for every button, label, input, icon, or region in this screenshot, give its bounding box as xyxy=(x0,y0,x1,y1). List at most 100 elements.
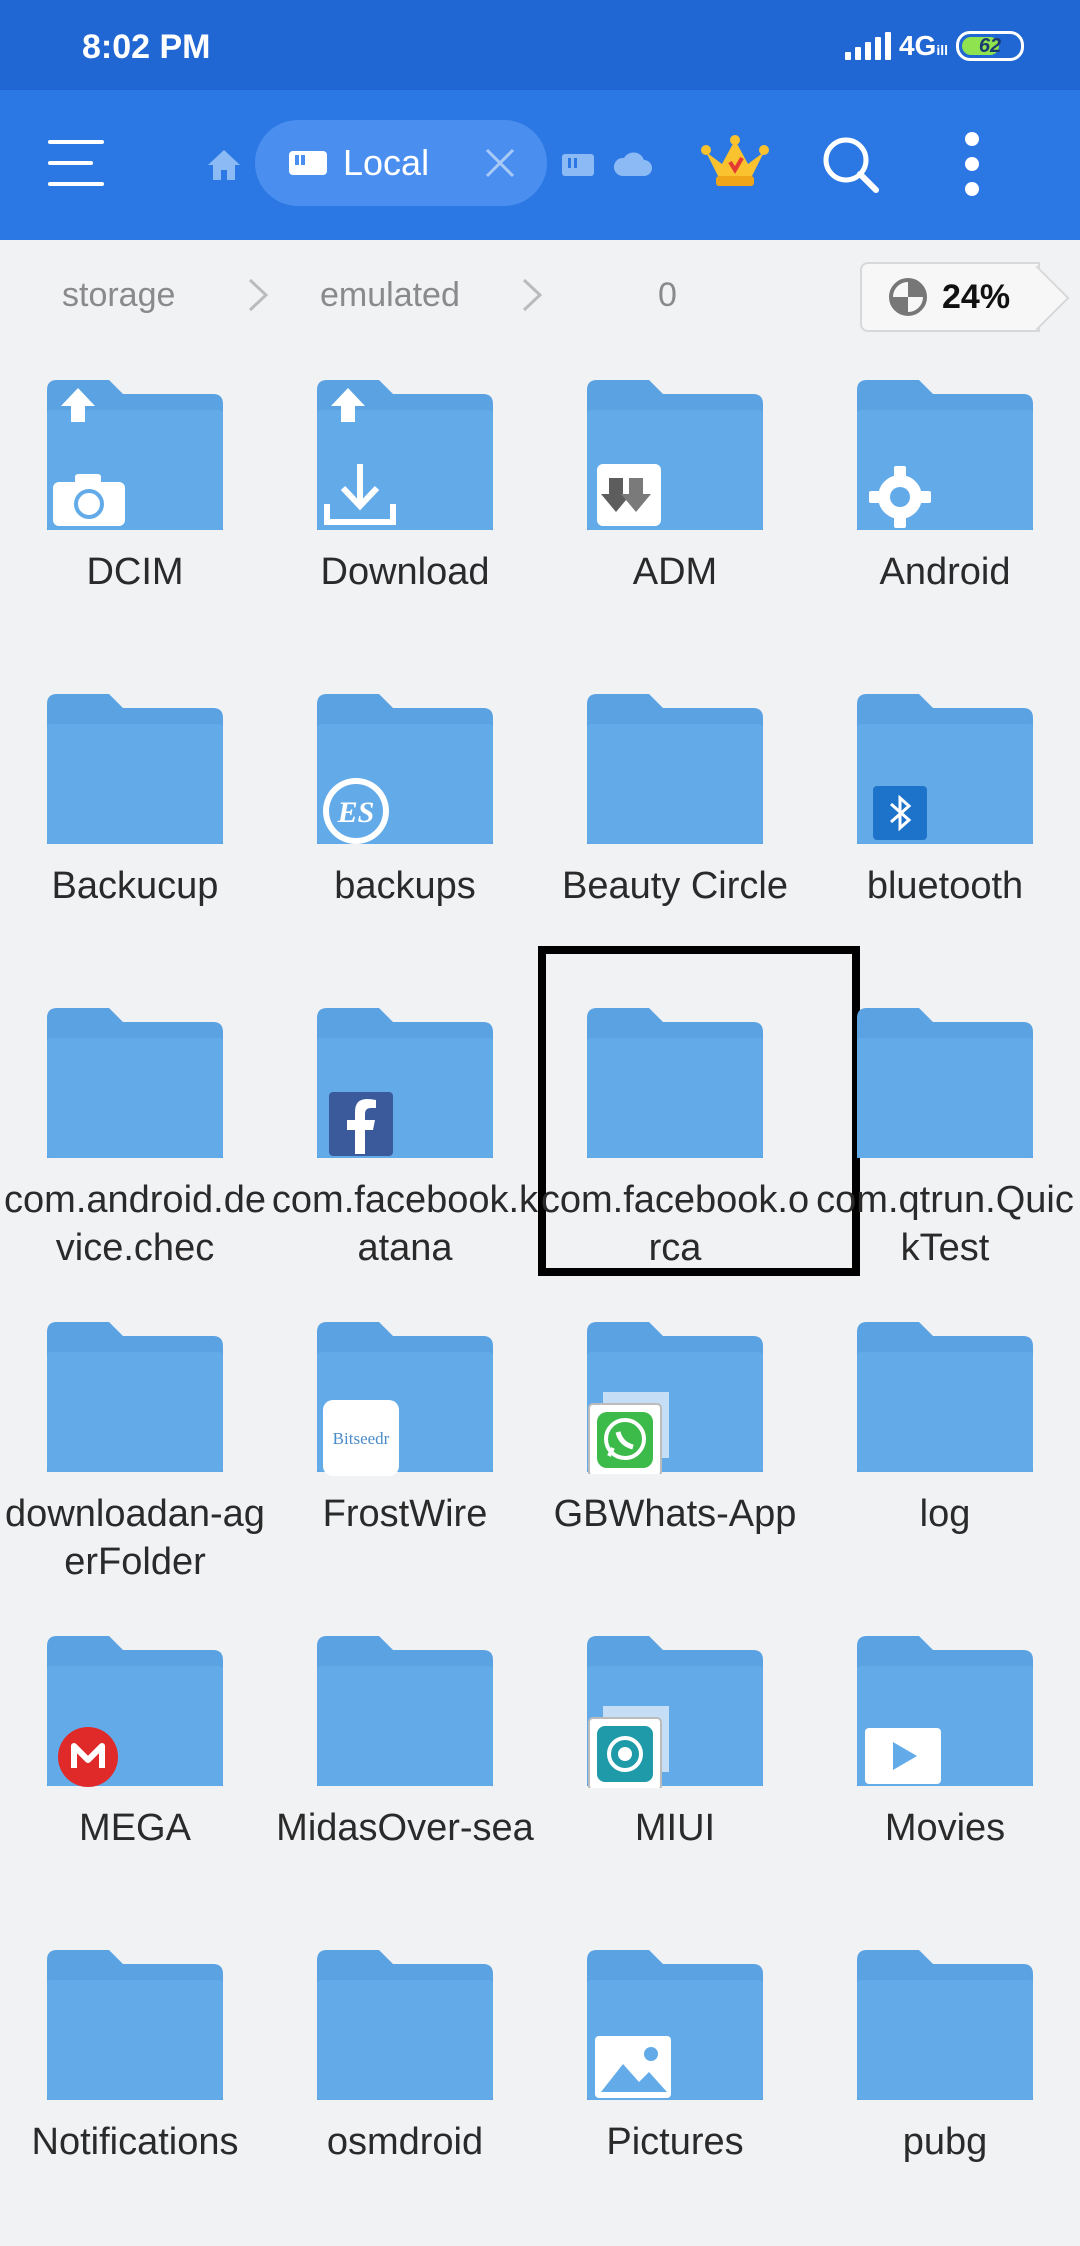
folder-name: MidasOver-sea xyxy=(276,1807,534,1849)
folder-item[interactable]: Android xyxy=(810,370,1080,684)
folder-icon xyxy=(587,1632,763,1788)
folder-item[interactable]: Download xyxy=(270,370,540,684)
folder-name: com.facebook.orca xyxy=(540,1179,810,1269)
folder-icon xyxy=(587,1946,763,2100)
crown-icon[interactable] xyxy=(700,134,770,194)
folder-name: osmdroid xyxy=(326,2121,484,2163)
bluetooth-icon xyxy=(873,786,927,840)
sd-card-icon[interactable] xyxy=(560,150,596,180)
whatsapp-icon xyxy=(588,1392,669,1474)
play-icon xyxy=(865,1728,941,1784)
folder-icon xyxy=(47,690,223,844)
folder-name: MIUI xyxy=(634,1807,716,1849)
chevron-right-icon xyxy=(248,278,269,312)
folder-icon: Bitseedr xyxy=(317,1318,493,1476)
bitseedr-app-icon: Bitseedr xyxy=(323,1400,399,1476)
picture-icon xyxy=(595,2036,671,2098)
folder-item[interactable]: pubg xyxy=(810,1940,1080,2246)
folder-grid: DCIM Download ADM Android Backucup ES backups… xyxy=(0,370,1080,2246)
pie-chart-icon xyxy=(889,278,927,316)
download-arrow-icon xyxy=(324,464,396,525)
adm-app-icon xyxy=(597,464,661,526)
camera-icon xyxy=(53,474,125,526)
folder-name: GBWhats-App xyxy=(553,1493,797,1535)
breadcrumb-item-emulated[interactable]: emulated xyxy=(320,276,460,315)
status-bar: 8:02 PM 4Gill 62 xyxy=(0,0,1080,90)
folder-name: DCIM xyxy=(86,551,184,593)
cloud-icon[interactable] xyxy=(612,150,652,178)
tab-local[interactable]: Local xyxy=(255,120,547,206)
folder-item[interactable]: com.qtrun.QuickTest xyxy=(810,998,1080,1312)
storage-usage-badge[interactable]: 24% xyxy=(860,262,1040,332)
more-options-icon[interactable] xyxy=(962,132,982,196)
folder-item[interactable]: com.facebook.orca xyxy=(538,946,860,1312)
folder-icon xyxy=(47,1946,223,2100)
folder-item[interactable]: Backucup xyxy=(0,684,270,998)
bitseedr-icon-label: Bitseedr xyxy=(333,1429,390,1448)
breadcrumb: storage emulated 0 24% xyxy=(0,240,1080,350)
folder-item[interactable]: MEGA xyxy=(0,1626,270,1940)
folder-item[interactable]: Pictures xyxy=(540,1940,810,2246)
chevron-right-icon xyxy=(522,278,543,312)
folder-name: MEGA xyxy=(79,1807,191,1849)
folder-item[interactable]: Bitseedr FrostWire xyxy=(270,1312,540,1626)
storage-usage-percent: 24% xyxy=(942,277,1011,316)
folder-name: Android xyxy=(879,551,1011,593)
folder-item[interactable]: com.android.device.chec xyxy=(0,998,270,1312)
folder-icon xyxy=(47,376,223,530)
folder-name: bluetooth xyxy=(866,865,1024,907)
miui-icon xyxy=(588,1706,669,1788)
folder-item[interactable]: ADM xyxy=(540,370,810,684)
network-label: 4G xyxy=(898,30,937,61)
signal-icon xyxy=(844,32,891,60)
home-icon[interactable] xyxy=(206,148,242,182)
folder-name: Pictures xyxy=(606,2121,744,2163)
battery-icon: 62 xyxy=(956,31,1024,61)
upload-arrow-icon xyxy=(61,388,95,422)
folder-item[interactable]: log xyxy=(810,1312,1080,1626)
folder-name: ADM xyxy=(632,551,718,593)
folder-name: Download xyxy=(320,551,490,593)
folder-icon xyxy=(587,690,763,844)
search-icon[interactable] xyxy=(820,134,882,196)
breadcrumb-item-0[interactable]: 0 xyxy=(658,276,677,315)
breadcrumb-item-storage[interactable]: storage xyxy=(62,276,175,315)
battery-level: 62 xyxy=(978,34,1002,57)
folder-name: downloadan-agerFolder xyxy=(5,1493,265,1583)
folder-name: Notifications xyxy=(31,2121,239,2163)
folder-item[interactable]: com.facebook.katana xyxy=(270,998,540,1312)
gear-icon xyxy=(869,466,931,528)
menu-icon[interactable] xyxy=(48,140,104,186)
folder-item[interactable]: Notifications xyxy=(0,1940,270,2246)
close-icon[interactable] xyxy=(481,144,519,182)
mega-icon xyxy=(58,1727,118,1787)
folder-name: Movies xyxy=(884,1807,1006,1849)
folder-name: FrostWire xyxy=(322,1493,488,1535)
folder-icon xyxy=(317,1632,493,1786)
folder-icon xyxy=(47,1632,223,1787)
folder-item[interactable]: osmdroid xyxy=(270,1940,540,2246)
folder-item[interactable]: ES backups xyxy=(270,684,540,998)
network-sub-label: ill xyxy=(936,42,948,58)
folder-name: com.facebook.katana xyxy=(271,1179,539,1269)
folder-icon xyxy=(587,1004,763,1158)
folder-icon xyxy=(857,1318,1033,1472)
folder-item[interactable]: MidasOver-sea xyxy=(270,1626,540,1940)
folder-item[interactable]: DCIM xyxy=(0,370,270,684)
folder-icon xyxy=(857,376,1033,530)
folder-name: log xyxy=(919,1493,971,1535)
es-app-icon: ES xyxy=(323,778,389,844)
folder-name: Backucup xyxy=(51,865,219,907)
folder-icon xyxy=(587,376,763,530)
app-bar: Local xyxy=(0,90,1080,240)
folder-icon xyxy=(317,376,493,530)
folder-icon xyxy=(317,1946,493,2100)
folder-item[interactable]: downloadan-agerFolder xyxy=(0,1312,270,1626)
folder-icon: ES xyxy=(317,690,493,844)
status-indicators: 4Gill 62 xyxy=(844,30,1024,62)
folder-icon xyxy=(857,690,1033,844)
folder-item[interactable]: Movies xyxy=(810,1626,1080,1940)
folder-icon xyxy=(47,1318,223,1472)
folder-item[interactable]: MIUI xyxy=(540,1626,810,1940)
folder-item[interactable]: GBWhats-App xyxy=(540,1312,810,1626)
